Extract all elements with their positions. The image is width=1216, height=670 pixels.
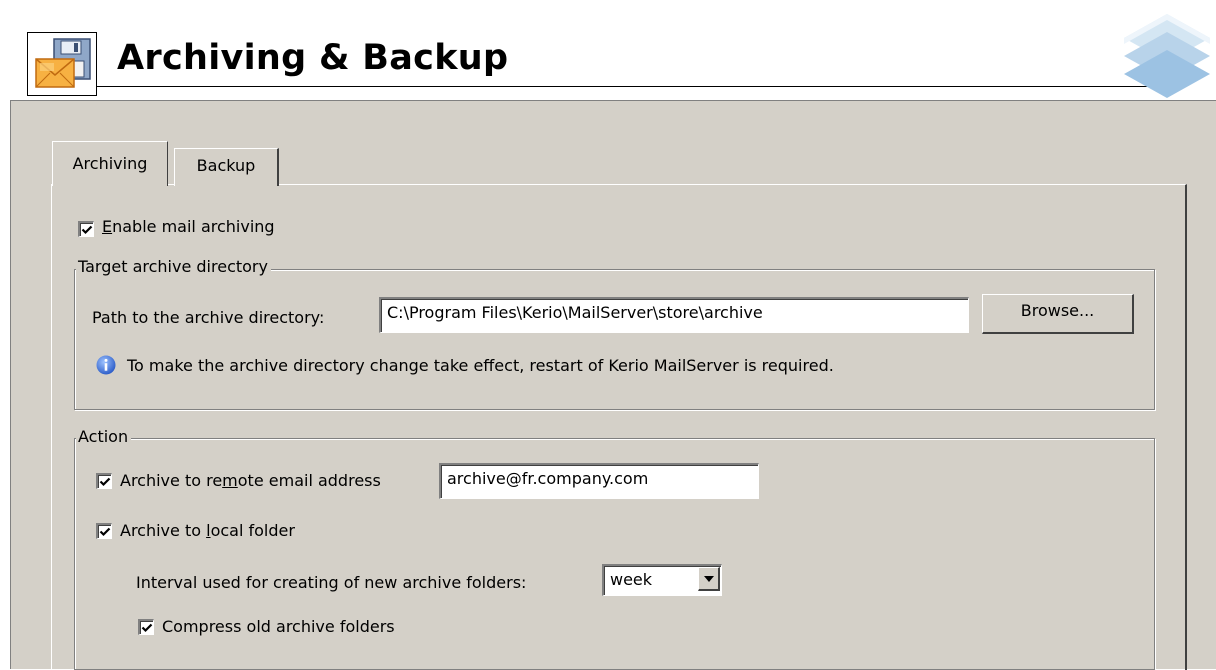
- archive-path-input[interactable]: C:\Program Files\Kerio\MailServer\store\…: [379, 297, 969, 333]
- chevron-down-icon[interactable]: [698, 567, 720, 591]
- tab-archiving-label: Archiving: [72, 154, 148, 173]
- interval-select-value: week: [610, 570, 653, 589]
- info-text: To make the archive directory change tak…: [127, 356, 834, 375]
- enable-mail-archiving-checkbox[interactable]: [78, 221, 94, 237]
- active-tab-joint: [53, 183, 167, 186]
- tab-archiving[interactable]: Archiving: [52, 141, 168, 186]
- archive-remote-label-suffix: ote email address: [237, 471, 381, 490]
- archive-envelope-icon: [27, 32, 97, 96]
- page-title: Archiving & Backup: [117, 38, 509, 78]
- browse-button[interactable]: Browse...: [982, 294, 1134, 334]
- tab-backup[interactable]: Backup: [174, 148, 279, 186]
- checkmark-icon: [99, 477, 111, 487]
- archive-local-label-suffix: ocal folder: [210, 521, 295, 540]
- compress-old-archive-checkbox[interactable]: [138, 619, 154, 635]
- interval-label: Interval used for creating of new archiv…: [136, 573, 527, 592]
- compress-old-archive-label[interactable]: Compress old archive folders: [162, 617, 395, 636]
- tab-backup-label: Backup: [196, 156, 256, 175]
- info-icon: [96, 355, 116, 375]
- header: Archiving & Backup: [0, 0, 1216, 100]
- archive-local-label[interactable]: Archive to local folder: [120, 521, 295, 540]
- kerio-logo: [1118, 6, 1216, 100]
- path-label: Path to the archive directory:: [92, 308, 325, 327]
- checkmark-icon: [141, 623, 153, 633]
- archive-local-label-prefix: Archive to: [120, 521, 207, 540]
- title-underline: [97, 86, 1184, 87]
- archive-remote-mnemonic: m: [222, 471, 238, 490]
- archive-remote-checkbox[interactable]: [96, 473, 112, 489]
- checkmark-icon: [81, 225, 93, 235]
- enable-mail-archiving-label[interactable]: Enable mail archiving: [102, 217, 275, 236]
- archive-local-checkbox[interactable]: [96, 523, 112, 539]
- remote-email-input[interactable]: archive@fr.company.com: [439, 463, 759, 499]
- checkmark-icon: [99, 527, 111, 537]
- action-legend: Action: [76, 427, 132, 446]
- interval-select[interactable]: week: [602, 564, 722, 596]
- settings-panel: Archiving Backup Enable mail archiving T…: [10, 100, 1216, 670]
- archive-remote-label-prefix: Archive to re: [120, 471, 223, 490]
- enable-label-rest: nable mail archiving: [112, 217, 275, 236]
- target-archive-directory-group: [74, 269, 1155, 410]
- enable-mnemonic: E: [102, 217, 113, 236]
- target-archive-directory-legend: Target archive directory: [76, 257, 271, 276]
- archive-remote-label[interactable]: Archive to remote email address: [120, 471, 381, 490]
